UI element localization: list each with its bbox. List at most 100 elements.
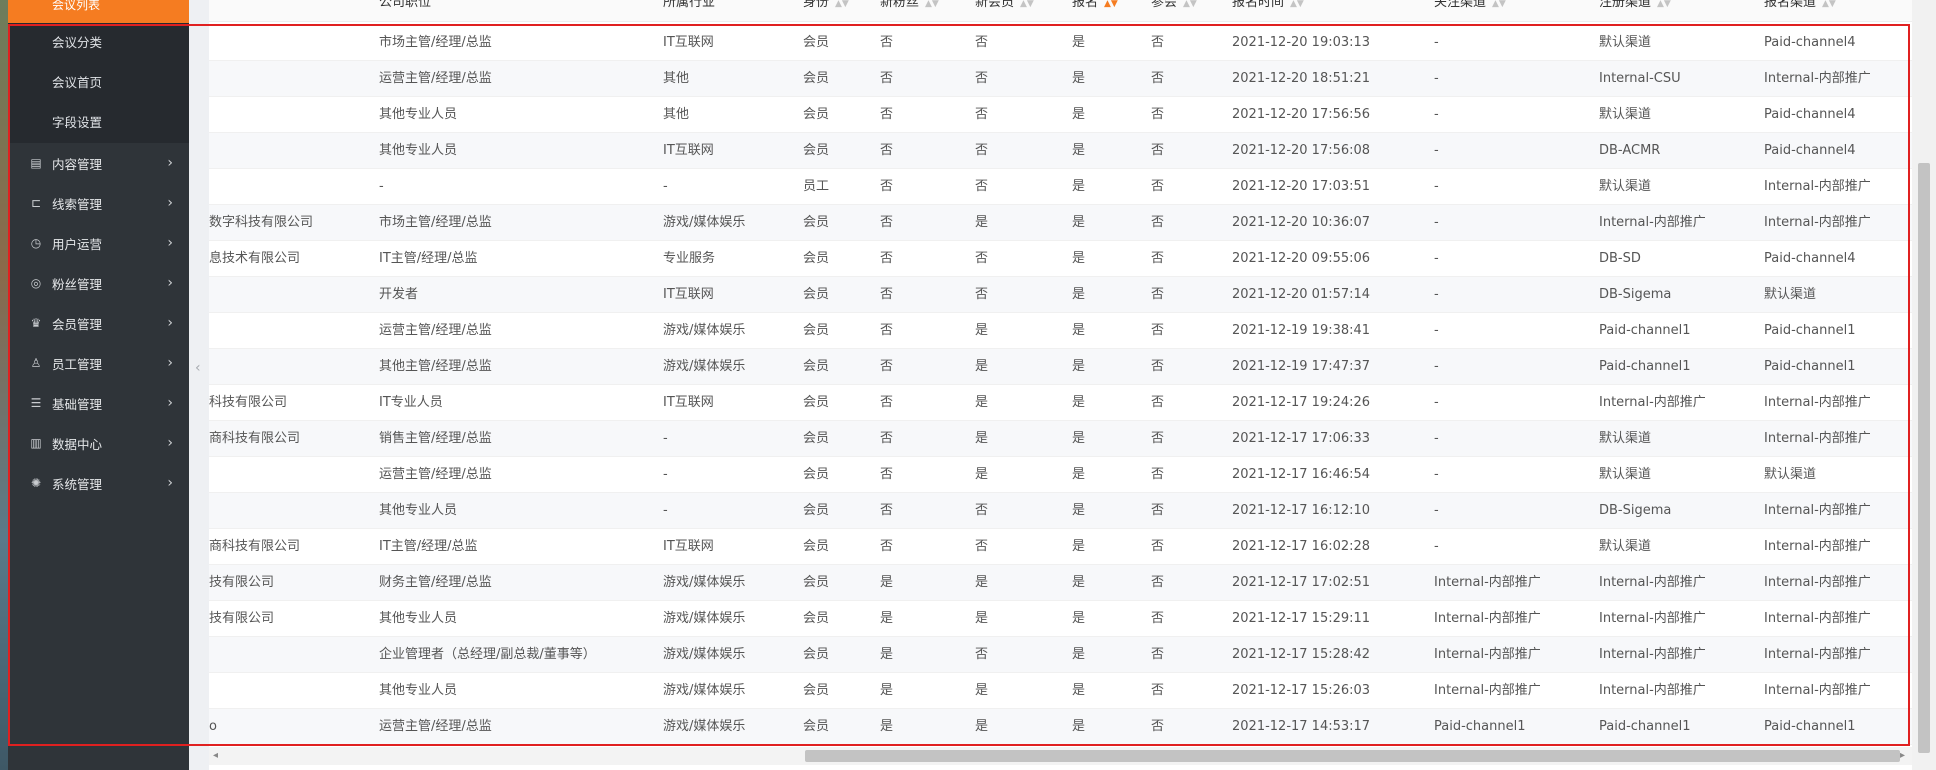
column-header[interactable]: 报名渠道 ▲▼ <box>1764 0 1836 10</box>
cell-register: 默认渠道 <box>1599 179 1652 194</box>
table-row[interactable]: 商科技有限公司 IT主管/经理/总监 IT互联网 会员 否 否 是 否 2021-12-17 1… <box>209 529 1912 565</box>
column-header[interactable]: 公司职位 <box>379 0 431 10</box>
cell-industry: 其他 <box>663 107 690 122</box>
cell-new-member: 是 <box>975 215 989 230</box>
cell-position: 其他主管/经理/总监 <box>379 359 492 374</box>
sort-icon[interactable]: ▲▼ <box>1104 0 1118 9</box>
sidebar-group-label: 会员管理 <box>52 316 103 332</box>
cell-time: 2021-12-20 10:36:07 <box>1232 215 1371 230</box>
sidebar-submenu: 会议分类 会议首页 字段设置 <box>8 23 189 143</box>
cell-time: 2021-12-17 19:24:26 <box>1232 395 1371 410</box>
table-row[interactable]: 其他专业人员 其他 会员 否 否 是 否 2021-12-20 17:56:56 - 默认渠道 Pa… <box>209 97 1912 133</box>
cell-position: 运营主管/经理/总监 <box>379 323 492 338</box>
cell-attend: 否 <box>1151 323 1165 338</box>
table-row[interactable]: 其他专业人员 - 会员 否 否 是 否 2021-12-17 16:12:10 - DB-Sige… <box>209 493 1912 529</box>
table-row[interactable]: - - 员工 否 否 是 否 2021-12-20 17:03:51 - 默认渠道 Internal… <box>209 169 1912 205</box>
sidebar-group[interactable]: ⊏ 线索管理 › <box>8 183 189 223</box>
sidebar-item-meeting-home[interactable]: 会议首页 <box>8 63 189 103</box>
sidebar-group[interactable]: ▤ 内容管理 › <box>8 143 189 183</box>
table-row[interactable]: 息技术有限公司 IT主管/经理/总监 专业服务 会员 否 否 是 否 2021-12-20 09… <box>209 241 1912 277</box>
table-row[interactable]: 运营主管/经理/总监 游戏/媒体娱乐 会员 否 是 是 否 2021-12-19 19:38:… <box>209 313 1912 349</box>
cell-industry: - <box>663 503 668 518</box>
cell-attend: 否 <box>1151 539 1165 554</box>
cell-attend: 否 <box>1151 575 1165 590</box>
table-row[interactable]: 商科技有限公司 销售主管/经理/总监 - 会员 否 是 是 否 2021-12-17 17:06… <box>209 421 1912 457</box>
cell-attend: 否 <box>1151 35 1165 50</box>
cell-follow: - <box>1434 359 1439 374</box>
scroll-left-icon[interactable]: ◂ <box>213 747 218 765</box>
scroll-right-icon[interactable]: ▸ <box>1900 747 1905 765</box>
column-header[interactable]: 关注渠道 ▲▼ <box>1434 0 1506 10</box>
cell-new-fan: 否 <box>880 71 894 86</box>
cell-follow: - <box>1434 431 1439 446</box>
sidebar-group[interactable]: ▥ 数据中心 › <box>8 423 189 463</box>
sort-icon[interactable]: ▲▼ <box>1183 0 1197 9</box>
cell-position: IT主管/经理/总监 <box>379 539 478 554</box>
cell-signup: 是 <box>1072 71 1086 86</box>
sort-icon[interactable]: ▲▼ <box>1020 0 1034 9</box>
cell-register: 默认渠道 <box>1599 35 1652 50</box>
sort-icon[interactable]: ▲▼ <box>1822 0 1836 9</box>
column-header[interactable]: 新粉丝 ▲▼ <box>880 0 939 10</box>
sidebar-group[interactable]: ◷ 用户运营 › <box>8 223 189 263</box>
cell-signup-channel: Paid-channel4 <box>1764 35 1856 50</box>
sort-icon[interactable]: ▲▼ <box>1290 0 1304 9</box>
table-row[interactable]: 科技有限公司 IT专业人员 IT互联网 会员 否 是 是 否 2021-12-17 19:24:… <box>209 385 1912 421</box>
cell-register: 默认渠道 <box>1599 539 1652 554</box>
sort-icon[interactable]: ▲▼ <box>1657 0 1671 9</box>
cell-time: 2021-12-17 16:02:28 <box>1232 539 1371 554</box>
sidebar-group[interactable]: ♙ 员工管理 › <box>8 343 189 383</box>
sort-icon[interactable]: ▲▼ <box>1492 0 1506 9</box>
cell-new-member: 否 <box>975 503 989 518</box>
table-row[interactable]: 其他专业人员 游戏/媒体娱乐 会员 是 是 是 否 2021-12-17 15:26:03 In… <box>209 673 1912 709</box>
sort-icon[interactable]: ▲▼ <box>835 0 849 9</box>
sidebar-groups: ▤ 内容管理 › ⊏ 线索管理 › ◷ 用户运营 › ◎ 粉丝管理 › ♛ 会员管理 › ♙ 员工管理 › ☰ 基础管… <box>8 143 189 503</box>
sidebar-group[interactable]: ♛ 会员管理 › <box>8 303 189 343</box>
table-row[interactable]: 运营主管/经理/总监 - 会员 否 是 是 否 2021-12-17 16:46:54 - 默认渠… <box>209 457 1912 493</box>
sidebar-group[interactable]: ✺ 系统管理 › <box>8 463 189 503</box>
cell-follow: - <box>1434 35 1439 50</box>
column-header[interactable]: 报名时间 ▲▼ <box>1232 0 1304 10</box>
horizontal-scrollbar-thumb[interactable] <box>805 750 1900 762</box>
sidebar-group[interactable]: ◎ 粉丝管理 › <box>8 263 189 303</box>
table-row[interactable]: o 运营主管/经理/总监 游戏/媒体娱乐 会员 是 是 是 否 2021-12-17 14:53… <box>209 709 1912 745</box>
table-row[interactable]: 企业管理者（总经理/副总裁/董事等） 游戏/媒体娱乐 会员 是 否 是 否 2021-12-1… <box>209 637 1912 673</box>
cell-identity: 会员 <box>803 323 830 338</box>
column-header[interactable]: 身份 ▲▼ <box>803 0 849 10</box>
column-header[interactable]: 新会员 ▲▼ <box>975 0 1034 10</box>
sidebar-item-meeting-category[interactable]: 会议分类 <box>8 23 189 63</box>
collapse-sidebar-icon[interactable]: ‹ <box>195 360 201 376</box>
sidebar-item-field-settings[interactable]: 字段设置 <box>8 103 189 143</box>
column-header[interactable]: 报名 ▲▼ <box>1072 0 1118 10</box>
cell-industry: - <box>663 467 668 482</box>
cell-new-member: 是 <box>975 575 989 590</box>
cell-signup-channel: 默认渠道 <box>1764 287 1817 302</box>
table-row[interactable]: 其他主管/经理/总监 游戏/媒体娱乐 会员 否 是 是 否 2021-12-19 17:47:… <box>209 349 1912 385</box>
column-header[interactable]: 所属行业 <box>663 0 715 10</box>
sidebar-item-meeting-list[interactable]: 会议列表 <box>8 0 189 23</box>
table-row[interactable]: 技有限公司 其他专业人员 游戏/媒体娱乐 会员 是 是 是 否 2021-12-17 15:29… <box>209 601 1912 637</box>
table-row[interactable]: 数字科技有限公司 市场主管/经理/总监 游戏/媒体娱乐 会员 否 是 是 否 2021-12-2… <box>209 205 1912 241</box>
table-row[interactable]: 技有限公司 财务主管/经理/总监 游戏/媒体娱乐 会员 是 是 是 否 2021-12-17 1… <box>209 565 1912 601</box>
table-row[interactable]: 开发者 IT互联网 会员 否 否 是 否 2021-12-20 01:57:14 - DB-Sig… <box>209 277 1912 313</box>
sort-icon[interactable]: ▲▼ <box>925 0 939 9</box>
cell-follow: Internal-内部推广 <box>1434 575 1541 590</box>
sidebar-group[interactable]: ☰ 基础管理 › <box>8 383 189 423</box>
cell-identity: 会员 <box>803 611 830 626</box>
table-row[interactable]: 市场主管/经理/总监 IT互联网 会员 否 否 是 否 2021-12-20 19:03:13… <box>209 25 1912 61</box>
table-row[interactable]: 其他专业人员 IT互联网 会员 否 否 是 否 2021-12-20 17:56:08 - DB-… <box>209 133 1912 169</box>
cell-new-fan: 否 <box>880 323 894 338</box>
cell-position: 销售主管/经理/总监 <box>379 431 492 446</box>
column-header[interactable]: 参会 ▲▼ <box>1151 0 1197 10</box>
cell-signup-channel: Paid-channel4 <box>1764 143 1856 158</box>
vertical-scrollbar-thumb[interactable] <box>1918 163 1930 753</box>
column-header[interactable]: 注册渠道 ▲▼ <box>1599 0 1671 10</box>
cell-time: 2021-12-17 16:12:10 <box>1232 503 1371 518</box>
cell-signup: 是 <box>1072 467 1086 482</box>
cell-identity: 会员 <box>803 395 830 410</box>
column-header-label: 关注渠道 <box>1434 0 1487 10</box>
column-header-label: 新粉丝 <box>880 0 920 10</box>
cell-attend: 否 <box>1151 179 1165 194</box>
cell-new-member: 是 <box>975 683 989 698</box>
table-row[interactable]: 运营主管/经理/总监 其他 会员 否 否 是 否 2021-12-20 18:51:21 - In… <box>209 61 1912 97</box>
